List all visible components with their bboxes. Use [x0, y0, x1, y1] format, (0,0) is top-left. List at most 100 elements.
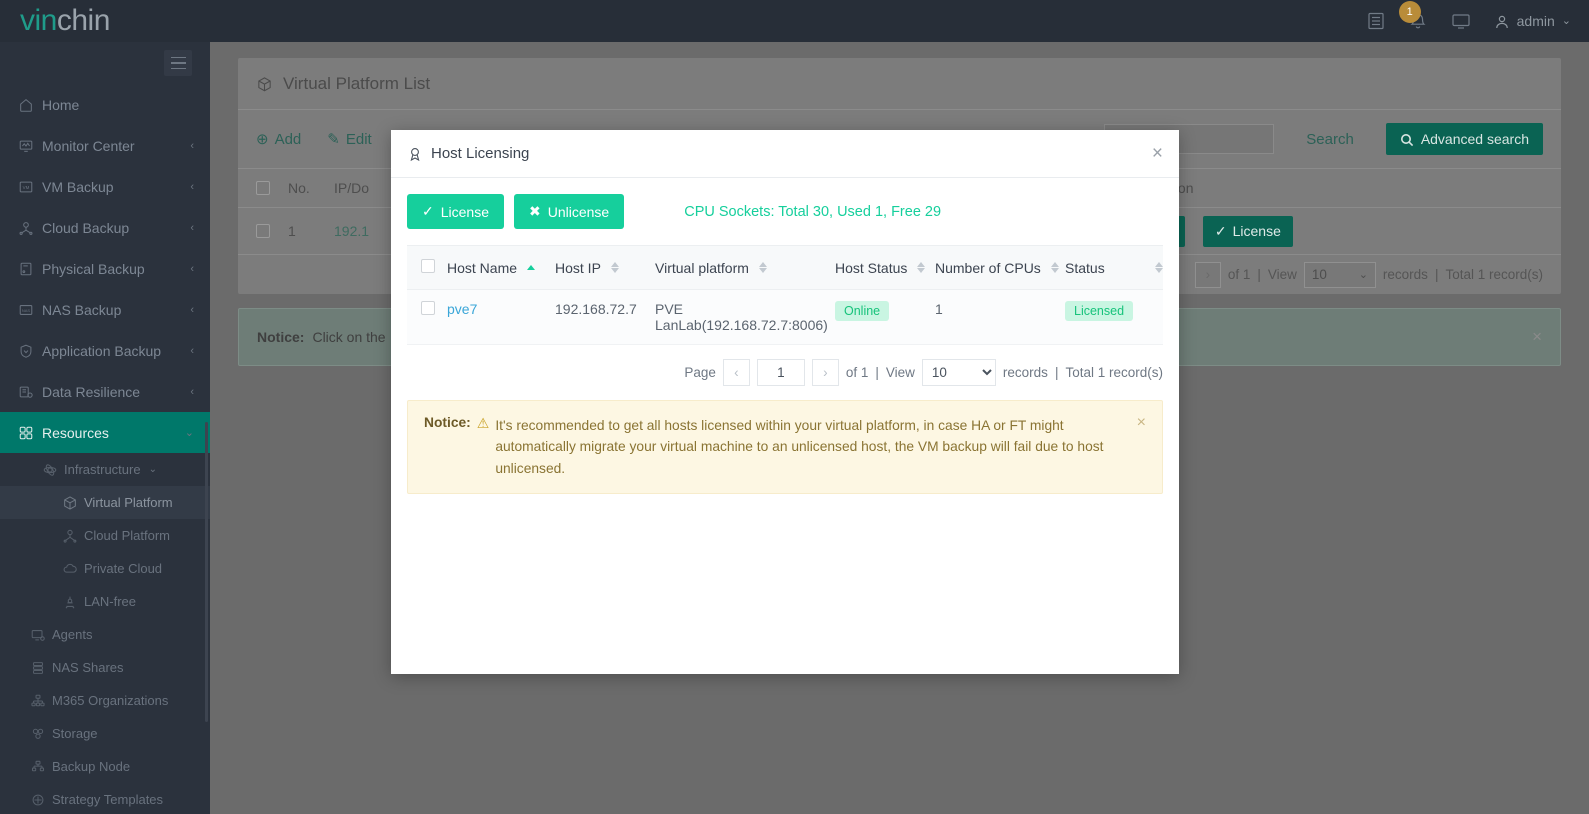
dialog-notice-close-icon[interactable]: ×	[1137, 414, 1146, 479]
table-row[interactable]: pve7 192.168.72.7 PVE LanLab(192.168.72.…	[407, 289, 1163, 345]
sidebar-item-cloud-backup[interactable]: Cloud Backup ‹	[0, 207, 210, 248]
sidebar-item-label: LAN-free	[84, 594, 137, 609]
sidebar-item-application-backup[interactable]: Application Backup ‹	[0, 330, 210, 371]
page-label: Page	[684, 365, 716, 380]
backup-node-icon	[30, 759, 52, 775]
logo-text-second: chin	[56, 4, 111, 37]
sidebar-item-backup-node[interactable]: Backup Node	[0, 750, 210, 783]
sidebar-item-label: Strategy Templates	[52, 792, 164, 807]
select-all-checkbox[interactable]	[256, 181, 270, 195]
sidebar-item-nas-backup[interactable]: NAS NAS Backup ‹	[0, 289, 210, 330]
chevron-down-icon: ⌄	[1561, 15, 1571, 28]
notification-badge: 1	[1398, 1, 1421, 23]
dialog-unlicense-label: Unlicense	[547, 203, 610, 220]
sidebar-scrollbar[interactable]	[205, 422, 208, 722]
sidebar-item-monitor-center[interactable]: Monitor Center ‹	[0, 125, 210, 166]
infrastructure-icon	[42, 462, 64, 478]
sort-arrows-icon[interactable]	[527, 265, 536, 270]
chevron-down-icon: ⌄	[1358, 269, 1368, 281]
logo-text-first: vin	[20, 4, 57, 37]
sidebar-item-m365-organizations[interactable]: M365 Organizations	[0, 684, 210, 717]
th-virtual-platform[interactable]: Virtual platform	[655, 245, 835, 290]
sidebar-item-private-cloud[interactable]: Private Cloud	[0, 552, 210, 585]
th-status[interactable]: Status	[1065, 245, 1163, 290]
list-icon[interactable]	[1366, 11, 1386, 31]
add-button[interactable]: ⊕ Add	[256, 130, 301, 149]
dialog-close-icon[interactable]: ×	[1152, 144, 1163, 163]
td-number-of-cpus: 1	[935, 289, 1065, 345]
sort-arrows-icon[interactable]	[1050, 262, 1059, 273]
total-records-label: Total 1 record(s)	[1065, 365, 1163, 380]
sidebar: Home Monitor Center ‹ VM VM Backup ‹ Cloud Bac…	[0, 42, 210, 814]
sidebar-item-label: Cloud Platform	[84, 528, 170, 543]
sidebar-item-resources[interactable]: Resources ⌄	[0, 412, 210, 453]
bg-total-label: Total 1 record(s)	[1445, 267, 1543, 282]
hosts-table-body: pve7 192.168.72.7 PVE LanLab(192.168.72.…	[407, 289, 1163, 345]
license-button[interactable]: ✓ License	[1202, 215, 1293, 247]
hamburger-menu-icon[interactable]	[164, 50, 192, 76]
sidebar-item-label: Data Resilience	[42, 383, 141, 400]
select-all-checkbox[interactable]	[421, 259, 435, 273]
row-no: 1	[288, 223, 296, 239]
sidebar-item-cloud-platform[interactable]: Cloud Platform	[0, 519, 210, 552]
user-menu[interactable]: admin ⌄	[1494, 12, 1571, 29]
svg-text:NAS: NAS	[22, 307, 31, 312]
sidebar-item-label: Storage	[52, 726, 98, 741]
th-host-ip[interactable]: Host IP	[555, 245, 655, 290]
row-checkbox[interactable]	[256, 224, 270, 238]
sidebar-item-lan-free[interactable]: LAN-free	[0, 585, 210, 618]
next-page-button[interactable]: ›	[811, 359, 839, 386]
dialog-unlicense-button[interactable]: ✖ Unlicense	[514, 194, 625, 229]
view-label: View	[885, 365, 915, 380]
sidebar-item-data-resilience[interactable]: Data Resilience ‹	[0, 371, 210, 412]
virtual-platform-address: LanLab(192.168.72.7:8006)	[655, 317, 828, 333]
row-checkbox[interactable]	[421, 301, 435, 315]
license-button-label: License	[1232, 223, 1281, 239]
bg-next-page-button[interactable]: ›	[1194, 261, 1221, 288]
bg-col-no: No.	[288, 180, 310, 196]
cube-icon	[62, 495, 84, 511]
prev-page-button[interactable]: ‹	[722, 359, 750, 386]
bg-records-select[interactable]: 10 ⌄	[1303, 261, 1376, 288]
chevron-right-icon: ‹	[190, 385, 194, 398]
sidebar-item-strategy-templates[interactable]: Strategy Templates	[0, 783, 210, 814]
chevron-right-icon: ‹	[190, 221, 194, 234]
host-name-link[interactable]: pve7	[447, 301, 477, 317]
advanced-search-button[interactable]: Advanced search	[1385, 122, 1543, 156]
edit-button[interactable]: ✎ Edit	[327, 130, 372, 149]
sidebar-item-infrastructure[interactable]: Infrastructure ⌄	[0, 453, 210, 486]
dialog-license-button[interactable]: ✓ License	[407, 194, 504, 229]
app-logo[interactable]: vinchin	[20, 6, 110, 36]
page-notice-close-icon[interactable]: ×	[1532, 327, 1542, 347]
app-root: vinchin 1 admin ⌄ Home Monitor Center ‹ …	[0, 0, 1589, 814]
dialog-notice: Notice: ⚠ It's recommended to get all ho…	[407, 400, 1163, 495]
page-number-input[interactable]: 1	[756, 359, 805, 386]
sort-arrows-icon[interactable]	[1154, 262, 1163, 273]
th-virtual-platform-label: Virtual platform	[655, 259, 749, 276]
monitor-icon[interactable]	[1450, 11, 1472, 31]
sidebar-item-virtual-platform[interactable]: Virtual Platform	[0, 486, 210, 519]
sort-arrows-icon[interactable]	[610, 262, 619, 273]
sort-arrows-icon[interactable]	[917, 262, 926, 273]
sidebar-item-agents[interactable]: Agents	[0, 618, 210, 651]
hosts-table-head: Host Name Host IP Virtual platform Host …	[407, 245, 1163, 290]
chevron-right-icon: ‹	[190, 262, 194, 275]
agents-icon	[30, 627, 52, 643]
records-per-page-select[interactable]: 102050100	[921, 359, 996, 386]
search-button[interactable]: Search	[1300, 131, 1360, 148]
sidebar-item-label: VM Backup	[42, 178, 114, 195]
sidebar-item-nas-shares[interactable]: NAS Shares	[0, 651, 210, 684]
th-host-status[interactable]: Host Status	[835, 245, 935, 290]
sidebar-item-vm-backup[interactable]: VM VM Backup ‹	[0, 166, 210, 207]
th-host-name[interactable]: Host Name	[447, 245, 555, 290]
sort-arrows-icon[interactable]	[758, 262, 767, 273]
cross-icon: ✖	[529, 203, 541, 219]
th-number-of-cpus[interactable]: Number of CPUs	[935, 245, 1065, 290]
sidebar-item-physical-backup[interactable]: Physical Backup ‹	[0, 248, 210, 289]
th-host-name-label: Host Name	[447, 259, 518, 276]
sidebar-item-storage[interactable]: Storage	[0, 717, 210, 750]
sidebar-item-home[interactable]: Home	[0, 84, 210, 125]
edit-button-label: Edit	[345, 130, 372, 148]
dialog-title: Host Licensing	[407, 145, 529, 162]
bell-icon[interactable]: 1	[1398, 1, 1428, 31]
